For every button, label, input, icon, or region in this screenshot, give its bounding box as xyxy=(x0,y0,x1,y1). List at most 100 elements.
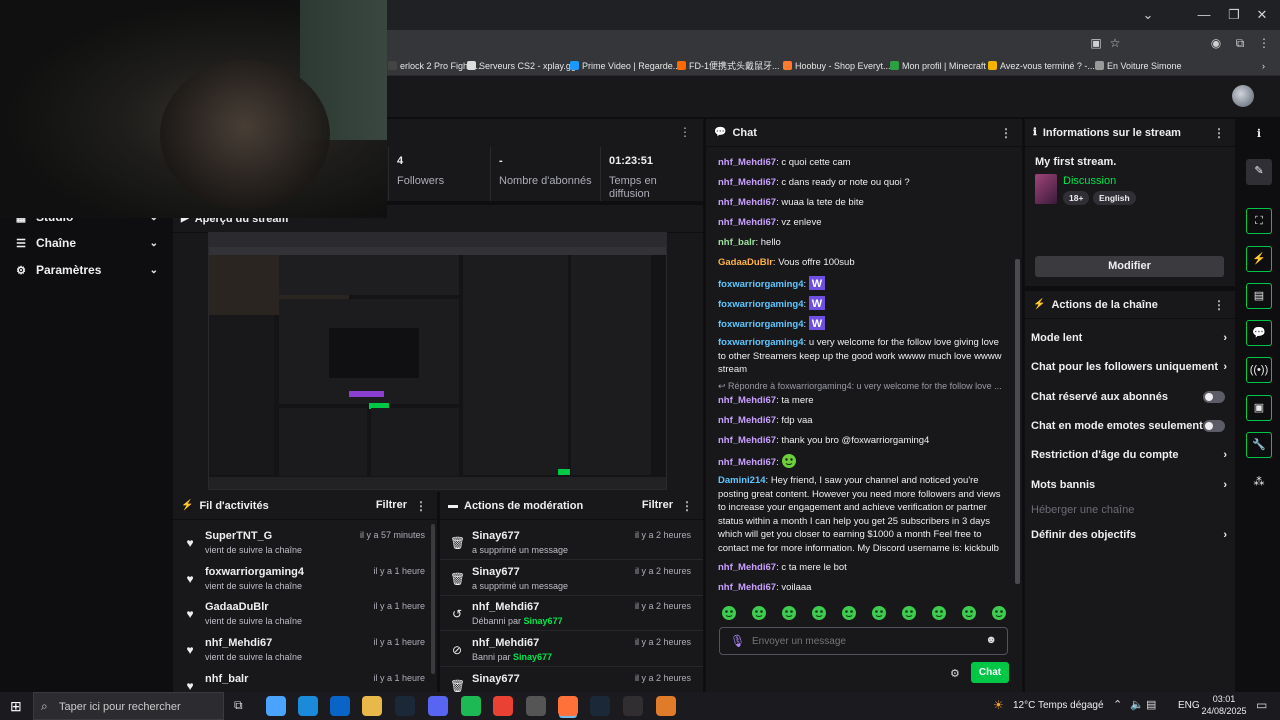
notifications-icon[interactable]: ▭ xyxy=(1256,698,1267,712)
chat-message[interactable]: nhf_Mehdi67: voilaaa xyxy=(718,581,1008,595)
explorer-app-icon[interactable] xyxy=(266,696,286,716)
category-link[interactable]: Discussion xyxy=(1063,175,1116,187)
rail-panel-icon[interactable]: ▣ xyxy=(1246,395,1272,421)
chat-message[interactable]: nhf_Mehdi67: ta mere xyxy=(718,394,1008,408)
modify-button[interactable]: Modifier xyxy=(1035,256,1224,277)
bookmark-item[interactable]: Avez-vous terminé ? -... xyxy=(988,58,1095,74)
chat-message[interactable]: GadaaDuBlr: Vous offre 100sub xyxy=(718,256,1008,270)
activity-item[interactable]: ♥ nhf_Mehdi67 vient de suivre la chaîne il … xyxy=(173,631,437,667)
steam-app-icon[interactable] xyxy=(395,696,415,716)
windows-start-icon[interactable]: ⊞ xyxy=(10,698,22,715)
chat-message[interactable]: nhf_Mehdi67: c dans ready or note ou quo… xyxy=(718,176,1008,190)
user-avatar[interactable] xyxy=(1232,85,1254,107)
weather-text[interactable]: 12°C Temps dégagé xyxy=(1013,700,1104,711)
toggle-switch[interactable] xyxy=(1203,391,1225,403)
rail-notes-icon[interactable]: ▤ xyxy=(1246,283,1272,309)
activity-item[interactable]: ♥ foxwarriorgaming4 vient de suivre la cha… xyxy=(173,560,437,596)
close-icon[interactable]: ✕ xyxy=(1252,6,1272,24)
activity-filter-button[interactable]: Filtrer xyxy=(376,499,407,511)
chat-send-button[interactable]: Chat xyxy=(971,662,1009,683)
browser-menu-icon[interactable]: ⋮ xyxy=(1256,35,1272,51)
emote-shortcut-icon[interactable] xyxy=(781,605,797,621)
chat-message[interactable]: nhf_balr: hello xyxy=(718,236,1008,250)
channel-action-item[interactable]: Mots bannis › xyxy=(1031,474,1227,496)
bookmark-star-icon[interactable]: ☆ xyxy=(1107,35,1123,51)
steam-app-icon[interactable] xyxy=(590,696,610,716)
chat-message[interactable]: nhf_Mehdi67: vz enleve xyxy=(718,216,1008,230)
chat-message[interactable]: nhf_Mehdi67: xyxy=(718,454,1008,470)
network-icon[interactable]: ▤ xyxy=(1146,698,1156,711)
rail-clip-icon[interactable]: ⛶ xyxy=(1246,208,1272,234)
activity-item[interactable]: ♥ nhf_balr il y a 1 heure xyxy=(173,667,437,692)
rail-info-icon[interactable]: ℹ xyxy=(1246,122,1272,148)
activity-item[interactable]: ♥ GadaaDuBlr vient de suivre la chaîne il y… xyxy=(173,595,437,631)
emote-shortcut-icon[interactable] xyxy=(961,605,977,621)
channel-action-item[interactable]: Chat réservé aux abonnés xyxy=(1031,386,1227,408)
activity-item[interactable]: ♥ SuperTNT_G vient de suivre la chaîne il y… xyxy=(173,524,437,560)
emote-shortcut-icon[interactable] xyxy=(721,605,737,621)
app-icon[interactable] xyxy=(656,696,676,716)
chat-message[interactable]: foxwarriorgaming4: W xyxy=(718,276,1008,292)
files-app-icon[interactable] xyxy=(362,696,382,716)
chat-scrollbar[interactable] xyxy=(1015,259,1020,584)
cast-icon[interactable]: ▣ xyxy=(1088,35,1104,51)
channel-action-item[interactable]: Chat en mode emotes seulement xyxy=(1031,415,1227,437)
chat-message[interactable]: nhf_Mehdi67: c quoi cette cam xyxy=(718,156,1008,170)
spotify-app-icon[interactable] xyxy=(461,696,481,716)
emote-shortcut-icon[interactable] xyxy=(901,605,917,621)
discord-app-icon[interactable] xyxy=(428,696,448,716)
tag-language[interactable]: English xyxy=(1093,191,1136,205)
moderation-menu-icon[interactable]: ⋮ xyxy=(681,499,693,513)
channel-action-item[interactable]: Mode lent › xyxy=(1031,327,1227,349)
bookmark-item[interactable]: Hoobuy - Shop Everyt... xyxy=(783,58,891,74)
toggle-switch[interactable] xyxy=(1203,420,1225,432)
restore-icon[interactable]: ❐ xyxy=(1224,6,1244,24)
clock-date[interactable]: 24/08/2025 xyxy=(1198,706,1250,716)
chat-message[interactable]: nhf_Mehdi67: fdp vaa xyxy=(718,414,1008,428)
chat-message[interactable]: foxwarriorgaming4: W xyxy=(718,316,1008,332)
rail-wrench-icon[interactable]: 🔧 xyxy=(1246,432,1272,458)
tab-list-icon[interactable]: ⌄ xyxy=(1138,6,1158,24)
emote-shortcut-icon[interactable] xyxy=(751,605,767,621)
rail-extensions-icon[interactable]: ⁂ xyxy=(1246,470,1272,496)
chat-message-input[interactable] xyxy=(752,632,972,650)
moderation-item[interactable]: ↺ nhf_Mehdi67 Débanni par Sinay677 il y a 2… xyxy=(440,595,703,632)
tag-age[interactable]: 18+ xyxy=(1063,191,1090,205)
activity-menu-icon[interactable]: ⋮ xyxy=(415,499,427,513)
stats-menu-icon[interactable]: ⋮ xyxy=(679,125,691,139)
chat-settings-icon[interactable]: ⚙ xyxy=(950,667,960,680)
channel-action-item[interactable]: Restriction d'âge du compte › xyxy=(1031,444,1227,466)
bookmark-item[interactable]: Mon profil | Minecraft xyxy=(890,58,986,74)
clock-time[interactable]: 03:01 xyxy=(1206,694,1242,704)
bookmark-item[interactable]: Prime Video | Regarde... xyxy=(570,58,680,74)
nav-settings[interactable]: ⚙ Paramètres ⌄ xyxy=(0,257,170,283)
chat-message[interactable]: foxwarriorgaming4: u very welcome for th… xyxy=(718,336,1008,377)
stream-preview-video[interactable] xyxy=(208,232,667,490)
rail-edit-icon[interactable]: ✎ xyxy=(1246,159,1272,185)
emote-shortcut-icon[interactable] xyxy=(931,605,947,621)
emote-shortcut-icon[interactable] xyxy=(841,605,857,621)
rail-lightning-icon[interactable]: ⚡ xyxy=(1246,246,1272,272)
bookmarks-overflow-icon[interactable]: › xyxy=(1262,58,1265,74)
outlook-app-icon[interactable] xyxy=(330,696,350,716)
chat-message[interactable]: foxwarriorgaming4: W xyxy=(718,296,1008,312)
emote-shortcut-icon[interactable] xyxy=(811,605,827,621)
extensions-icon[interactable]: ⧉ xyxy=(1232,35,1248,51)
speaker-icon[interactable]: 🔈 xyxy=(1130,698,1144,711)
activity-scrollbar[interactable] xyxy=(431,524,435,674)
language-indicator[interactable]: ENG xyxy=(1178,700,1200,711)
channel-action-item[interactable]: Chat pour les followers uniquement › xyxy=(1031,356,1227,378)
chat-message[interactable]: nhf_Mehdi67: wuaa la tete de bite xyxy=(718,196,1008,210)
store-app-icon[interactable] xyxy=(526,696,546,716)
firefox-app-icon[interactable] xyxy=(558,696,578,716)
channel-action-item[interactable]: Définir des objectifs › xyxy=(1031,524,1227,546)
chat-message[interactable]: nhf_Mehdi67: thank you bro @foxwarriorga… xyxy=(718,434,1008,448)
task-view-icon[interactable]: ⧉ xyxy=(234,698,243,713)
bookmark-item[interactable]: En Voiture Simone xyxy=(1095,58,1182,74)
rail-broadcast-icon[interactable]: ((•)) xyxy=(1246,357,1272,383)
moderation-item[interactable]: ⊘ nhf_Mehdi67 Banni par Sinay677 il y a 2 h… xyxy=(440,631,703,668)
moderation-item[interactable]: 🗑 Sinay677 a supprimé un message il y a 2 h… xyxy=(440,560,703,596)
bookmark-item[interactable]: Serveurs CS2 - xplay.gg xyxy=(467,58,576,74)
taskbar-search-box[interactable]: ⌕ Taper ici pour rechercher xyxy=(33,692,224,720)
moderation-item[interactable]: 🗑 Sinay677 a supprimé un message il y a 2 h… xyxy=(440,524,703,560)
